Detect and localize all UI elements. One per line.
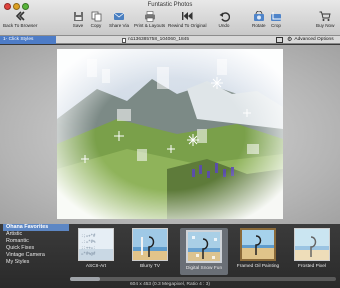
rotate-button[interactable]: Rotate: [252, 10, 266, 34]
image-info-status: 604 x 453 (0.3 Megapixel, Ratio 4 : 3): [130, 282, 210, 287]
share-icon: [113, 10, 125, 22]
copy-icon: [90, 10, 102, 22]
fullscreen-icon[interactable]: [276, 37, 283, 43]
image-canvas: [0, 45, 340, 224]
rotate-icon: [253, 10, 265, 22]
style-label-framed-oil-painting: Framed Oil Painting: [236, 264, 280, 269]
back-to-browser-label: Back To Browser: [3, 23, 38, 28]
category-romantic[interactable]: Romantic: [3, 238, 69, 245]
document-icon: [122, 37, 126, 43]
gear-icon: ⚙: [287, 37, 293, 43]
undo-icon: [218, 10, 230, 22]
category-my-styles[interactable]: My Styles: [3, 259, 69, 266]
category-vintage-camera[interactable]: Vintage Camera: [3, 252, 69, 259]
style-thumb-framed-oil-painting[interactable]: Framed Oil Painting: [234, 228, 282, 275]
category-artistic[interactable]: Artistic: [3, 231, 69, 238]
rewind-to-original-button[interactable]: Rewind To Original: [168, 10, 206, 34]
share-via-button[interactable]: Share Via: [109, 10, 129, 34]
crop-label: Crop: [271, 23, 281, 28]
category-quick-fixes[interactable]: Quick Fixes: [3, 245, 69, 252]
print-layouts-label: Print & Layouts: [134, 23, 166, 28]
frosted-pixel-preview: [294, 228, 330, 261]
svg-text:=*#%@#: =*#%@#: [81, 251, 96, 256]
style-category-list: Ohana Favorites Artistic Romantic Quick …: [3, 224, 69, 266]
svg-text:.:=*#%: .:=*#%: [81, 239, 96, 244]
filename-text: n1136385758_104060_1845: [128, 37, 190, 42]
blurry-tv-preview: [132, 228, 168, 261]
print-layouts-button[interactable]: Print & Layouts: [134, 10, 165, 34]
crop-button[interactable]: Crop: [270, 10, 282, 34]
advanced-options-button[interactable]: ⚙ Advanced Options: [287, 36, 334, 44]
style-thumb-frosted-pixel[interactable]: Frosted Pixel: [288, 228, 336, 275]
app-window: Funtastic Photos Back To Browser Save Co…: [0, 0, 340, 288]
copy-button[interactable]: Copy: [90, 10, 102, 34]
filename-display: n1136385758_104060_1845: [122, 37, 189, 43]
ascii-art-preview: :;=+*# .:=*#% ;:++=: =*#%@#: [78, 228, 114, 261]
style-mode-bar: 1- Click Styles n1136385758_104060_1845 …: [0, 36, 340, 44]
copy-label: Copy: [90, 23, 102, 28]
svg-text::;=+*#: :;=+*#: [81, 233, 96, 238]
tab-one-click-styles[interactable]: 1- Click Styles: [0, 36, 56, 44]
style-thumb-digital-snow-fun[interactable]: Digital Snow Fun: [180, 228, 228, 275]
style-label-blurry-tv: Blurry TV: [140, 264, 160, 269]
back-to-browser-button[interactable]: Back To Browser: [3, 10, 37, 34]
undo-label: Undo: [218, 23, 230, 28]
style-label-frosted-pixel: Frosted Pixel: [298, 264, 326, 269]
undo-button[interactable]: Undo: [218, 10, 230, 34]
style-label-digital-snow-fun: Digital Snow Fun: [185, 266, 223, 271]
svg-text:;:++=:: ;:++=:: [81, 245, 95, 250]
window-title: Funtastic Photos: [147, 2, 193, 8]
rewind-to-original-label: Rewind To Original: [168, 23, 207, 28]
style-thumb-ascii-art[interactable]: :;=+*# .:=*#% ;:++=: =*#%@# ASCII-Art: [72, 228, 120, 275]
framed-oil-painting-preview: [240, 228, 276, 261]
buy-now-label: Buy Now: [316, 23, 335, 28]
category-ohana-favorites[interactable]: Ohana Favorites: [3, 224, 69, 231]
cart-icon: [319, 10, 331, 22]
save-button[interactable]: Save: [72, 10, 84, 34]
printer-icon: [144, 10, 156, 22]
share-via-label: Share Via: [109, 23, 130, 28]
crop-icon: [270, 10, 282, 22]
back-arrow-icon: [15, 10, 25, 22]
advanced-options-label: Advanced Options: [294, 37, 334, 42]
style-thumb-blurry-tv[interactable]: Blurry TV: [126, 228, 174, 275]
rotate-label: Rotate: [252, 23, 266, 28]
buy-now-button[interactable]: Buy Now: [316, 10, 334, 34]
toolbar: Funtastic Photos Back To Browser Save Co…: [0, 0, 340, 36]
style-label-ascii-art: ASCII-Art: [85, 264, 107, 269]
rewind-icon: [181, 10, 193, 22]
styles-panel: Ohana Favorites Artistic Romantic Quick …: [0, 224, 340, 288]
save-icon: [72, 10, 84, 22]
digital-snow-fun-preview: [186, 230, 222, 263]
edited-photo[interactable]: [57, 49, 283, 219]
save-label: Save: [72, 23, 84, 28]
